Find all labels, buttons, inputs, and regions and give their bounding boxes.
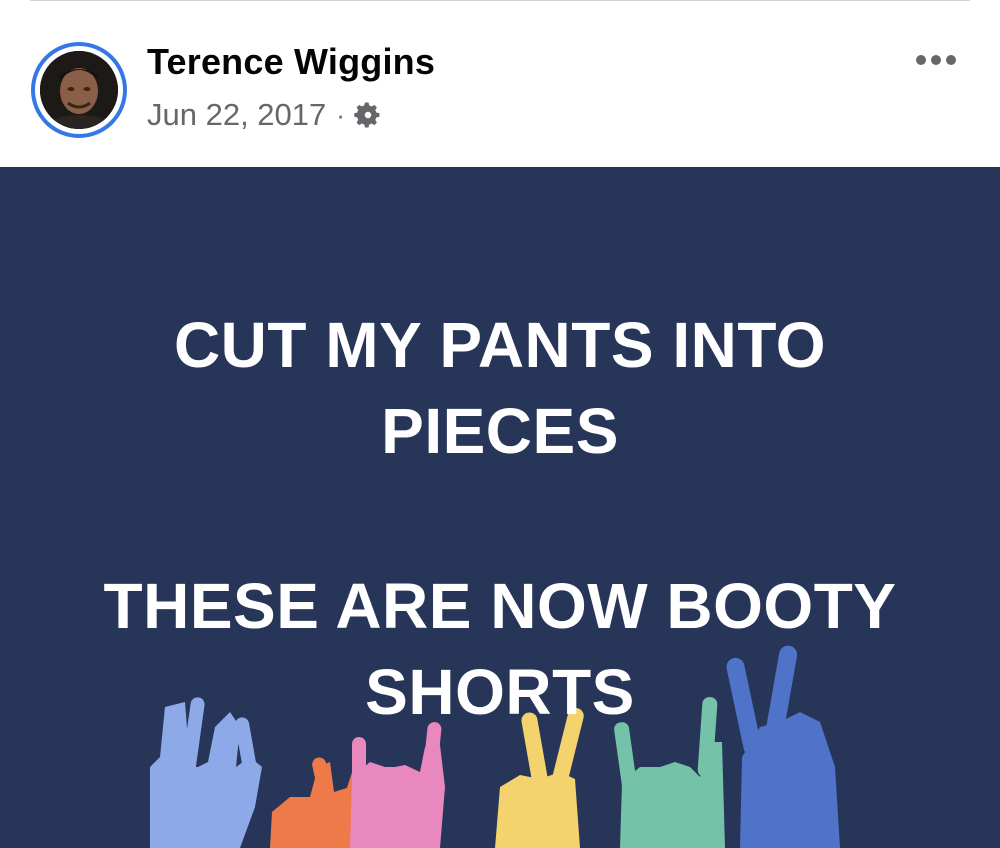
avatar-photo [40, 51, 118, 129]
facebook-post: Terence Wiggins Jun 22, 2017 · CUT MY PA… [0, 0, 1000, 848]
rock-hand-pink [350, 722, 445, 848]
more-options-button[interactable] [908, 45, 964, 75]
post-date[interactable]: Jun 22, 2017 [147, 97, 326, 133]
post-meta: Jun 22, 2017 · [147, 94, 383, 136]
post-image[interactable]: CUT MY PANTS INTO PIECES THESE ARE NOW B… [0, 167, 1000, 848]
author-name[interactable]: Terence Wiggins [147, 41, 435, 83]
avatar-portrait [40, 51, 118, 129]
meme-text-top: CUT MY PANTS INTO PIECES [173, 309, 827, 467]
post-header: Terence Wiggins Jun 22, 2017 · [0, 1, 1000, 167]
meme-text-bottom: THESE ARE NOW BOOTY SHORTS [103, 570, 897, 728]
meta-separator: · [336, 99, 345, 130]
avatar[interactable] [31, 42, 127, 138]
hands-illustration [150, 645, 840, 848]
gear-icon[interactable] [353, 100, 383, 130]
more-options-icon [916, 55, 956, 65]
